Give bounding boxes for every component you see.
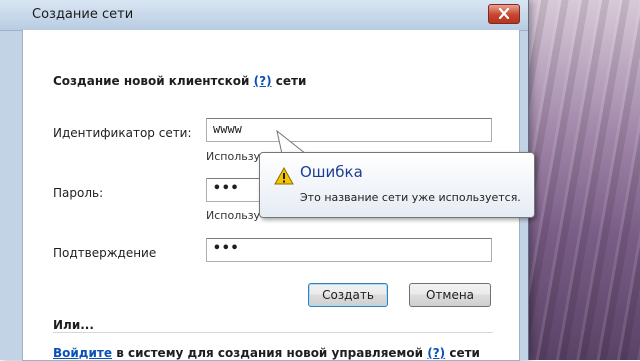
signin-text: в систему для создания новой управляемой <box>116 346 424 360</box>
close-icon <box>498 8 510 19</box>
confirm-password-input[interactable]: ••• <box>206 238 492 262</box>
or-label: Или... <box>53 318 94 332</box>
signin-help-link[interactable]: (?) <box>427 346 445 360</box>
network-id-input[interactable]: wwww <box>206 118 492 142</box>
form-heading: Создание новой клиентской (?) сети <box>53 74 306 88</box>
signin-link[interactable]: Войдите <box>53 346 112 360</box>
signin-line: Войдите в систему для создания новой упр… <box>53 346 480 360</box>
password-hint: Использу <box>206 209 261 222</box>
window-title: Создание сети <box>32 7 134 22</box>
divider <box>53 332 493 333</box>
confirm-label: Подтверждение <box>53 246 157 260</box>
network-id-label: Идентификатор сети: <box>53 126 192 140</box>
close-button[interactable] <box>488 4 520 24</box>
tooltip-title: Ошибка <box>300 163 363 181</box>
password-label: Пароль: <box>53 186 104 200</box>
heading-suffix: сети <box>275 74 307 88</box>
signin-suffix: сети <box>449 346 480 360</box>
error-tooltip: Ошибка Это название сети уже используетс… <box>259 152 535 218</box>
warning-icon <box>274 167 294 185</box>
heading-text: Создание новой клиентской <box>53 74 250 88</box>
cancel-button[interactable]: Отмена <box>409 283 491 307</box>
create-button[interactable]: Создать <box>308 283 388 307</box>
network-id-hint: Использу <box>206 150 261 163</box>
title-bar[interactable]: Создание сети <box>0 0 528 31</box>
help-link[interactable]: (?) <box>254 74 272 88</box>
tooltip-message: Это название сети уже используется. <box>300 191 521 204</box>
